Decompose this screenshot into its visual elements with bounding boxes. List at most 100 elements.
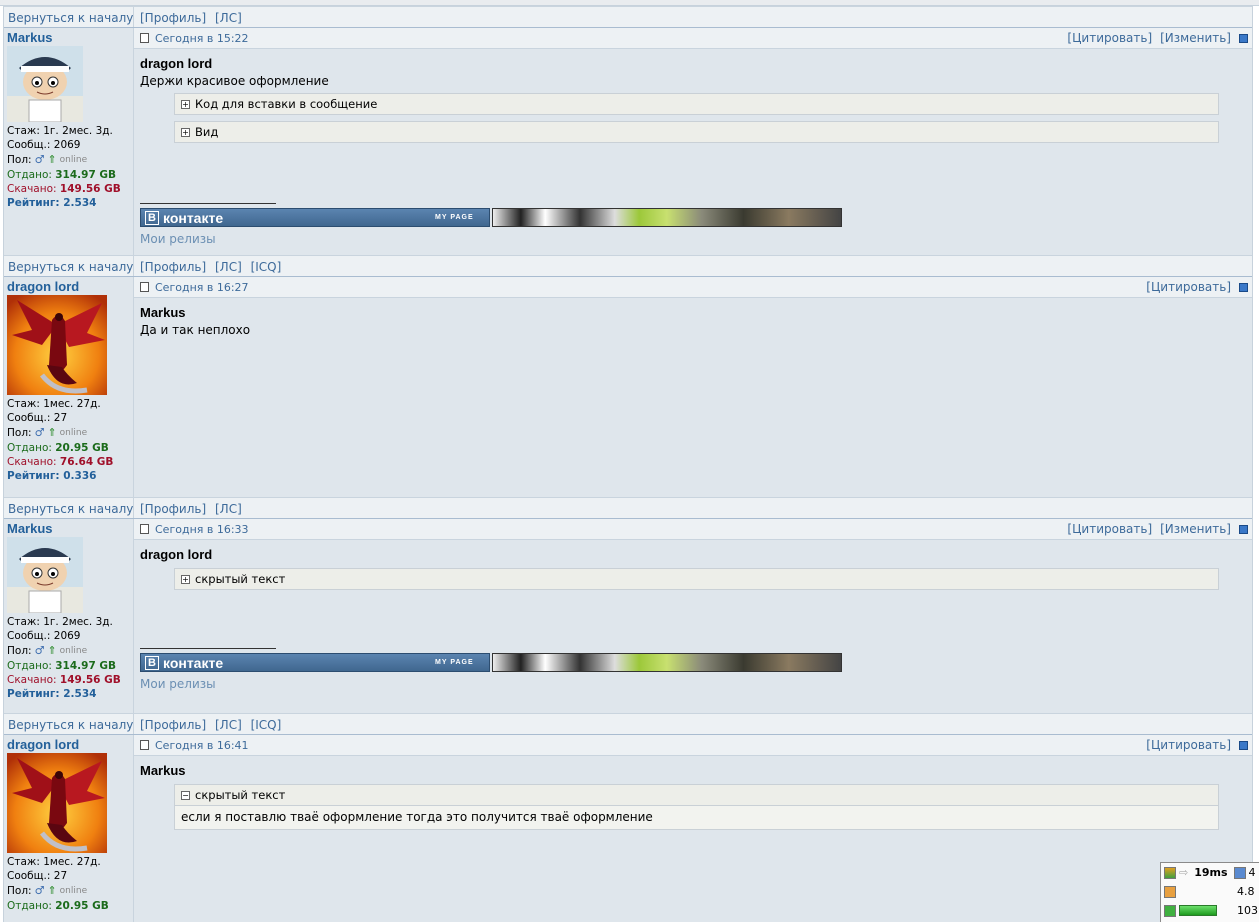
arrow-icon: ⇨ bbox=[1179, 866, 1189, 879]
speed-row: 4.8 bbox=[1164, 885, 1255, 898]
post: dragon lord Стаж: 1мес. 27д. Сообщ.: 27 … bbox=[4, 735, 1252, 922]
stewie-avatar-image bbox=[7, 537, 83, 613]
male-icon: ♂ bbox=[34, 153, 45, 166]
spoiler-header[interactable]: + скрытый текст bbox=[175, 569, 1218, 589]
back-to-top-link[interactable]: Вернуться к началу bbox=[4, 714, 134, 734]
quote-button[interactable]: [Цитировать] bbox=[1146, 738, 1231, 752]
my-releases-link[interactable]: Мои релизы bbox=[140, 677, 842, 691]
post-time[interactable]: Сегодня в 16:33 bbox=[155, 523, 249, 536]
post-main: Сегодня в 15:22 [Цитировать] [Изменить] … bbox=[134, 28, 1252, 255]
graffiti-banner[interactable] bbox=[492, 653, 842, 672]
signature: Вконтакте MY PAGE Мои релизы bbox=[140, 203, 842, 246]
pm-link[interactable]: [ЛС] bbox=[215, 718, 242, 732]
quote-button[interactable]: [Цитировать] bbox=[1146, 280, 1231, 294]
pm-link[interactable]: [ЛС] bbox=[215, 11, 242, 25]
post-page-icon bbox=[140, 282, 149, 292]
plus-icon: + bbox=[181, 574, 190, 584]
author-panel: Markus Стаж: 1г. 2мес. 3д. Сообщ.: 2069 … bbox=[4, 28, 134, 255]
male-icon: ♂ bbox=[34, 884, 45, 897]
vkontakte-banner[interactable]: Вконтакте MY PAGE bbox=[140, 653, 490, 672]
vkontakte-banner[interactable]: Вконтакте MY PAGE bbox=[140, 208, 490, 227]
minus-icon: − bbox=[181, 790, 190, 800]
back-to-top-link[interactable]: Вернуться к началу bbox=[4, 256, 134, 276]
spoiler-header[interactable]: + Код для вставки в сообщение bbox=[175, 94, 1218, 114]
tray-value-3: 103 bbox=[1237, 904, 1258, 917]
post-footer: Вернуться к началу [Профиль] [ЛС] bbox=[4, 6, 1252, 28]
post-page-icon bbox=[140, 740, 149, 750]
spoiler-hidden-text-open[interactable]: − скрытый текст если я поставлю тваё офор… bbox=[174, 784, 1219, 830]
red-dragon-avatar-image bbox=[7, 753, 107, 853]
profile-link[interactable]: [Профиль] bbox=[140, 718, 206, 732]
author-nick[interactable]: dragon lord bbox=[7, 280, 133, 293]
author-uploaded: Отдано: 314.97 GB bbox=[7, 660, 117, 672]
online-icon: ⇑ bbox=[47, 644, 57, 657]
graffiti-banner[interactable] bbox=[492, 208, 842, 227]
author-panel: Markus Стаж: 1г. 2мес. 3д. Сообщ.: 2069 … bbox=[4, 519, 134, 713]
signature-banners: Вконтакте MY PAGE bbox=[140, 208, 842, 227]
spoiler-view[interactable]: + Вид bbox=[174, 121, 1219, 143]
online-status: online bbox=[59, 155, 88, 165]
post-time[interactable]: Сегодня в 16:41 bbox=[155, 739, 249, 752]
online-status: online bbox=[59, 646, 88, 656]
select-post-icon[interactable] bbox=[1239, 740, 1248, 750]
profile-link[interactable]: [Профиль] bbox=[140, 260, 206, 274]
quote-button[interactable]: [Цитировать] bbox=[1067, 31, 1152, 45]
back-to-top-link[interactable]: Вернуться к началу bbox=[4, 7, 134, 27]
select-post-icon[interactable] bbox=[1239, 33, 1248, 43]
icq-link[interactable]: [ICQ] bbox=[251, 718, 282, 732]
author-nick[interactable]: Markus bbox=[7, 31, 133, 44]
post-time[interactable]: Сегодня в 15:22 bbox=[155, 32, 249, 45]
edit-button[interactable]: [Изменить] bbox=[1160, 522, 1231, 536]
spoiler-code[interactable]: + Код для вставки в сообщение bbox=[174, 93, 1219, 115]
quote-button[interactable]: [Цитировать] bbox=[1067, 522, 1152, 536]
ping-value: 19ms bbox=[1194, 866, 1228, 879]
stewie-avatar-image bbox=[7, 46, 83, 122]
profile-link[interactable]: [Профиль] bbox=[140, 502, 206, 516]
author-gender: Пол: ♂ ⇑ online bbox=[7, 426, 133, 440]
post-footer-links: [Профиль] [ЛС] bbox=[134, 7, 247, 27]
gender-label: Пол: bbox=[7, 427, 32, 439]
spoiler-content: если я поставлю тваё оформление тогда эт… bbox=[175, 805, 1218, 829]
author-downloaded: Скачано: 76.64 GB bbox=[7, 456, 114, 468]
signature-banners: Вконтакте MY PAGE bbox=[140, 653, 842, 672]
spoiler-header[interactable]: − скрытый текст bbox=[175, 785, 1218, 805]
post-body: Markus Да и так неплохо bbox=[134, 298, 1252, 337]
ping-row: ⇨ 19ms 4 bbox=[1164, 866, 1256, 879]
icq-link[interactable]: [ICQ] bbox=[251, 260, 282, 274]
select-post-icon[interactable] bbox=[1239, 282, 1248, 292]
edit-button[interactable]: [Изменить] bbox=[1160, 31, 1231, 45]
profile-link[interactable]: [Профиль] bbox=[140, 11, 206, 25]
speed-icon bbox=[1164, 885, 1176, 898]
signature-divider bbox=[140, 203, 276, 204]
author-uploaded: Отдано: 314.97 GB bbox=[7, 169, 117, 181]
author-rating: Рейтинг: 0.336 bbox=[7, 470, 97, 482]
post-footer: Вернуться к началу [Профиль] [ЛС] [ICQ] bbox=[4, 713, 1252, 735]
post: Markus Стаж: 1г. 2мес. 3д. Сообщ.: 2069 … bbox=[4, 28, 1252, 255]
author-posts-count: Сообщ.: 27 bbox=[7, 870, 68, 882]
post-footer-links: [Профиль] [ЛС] bbox=[134, 498, 247, 518]
memory-bar bbox=[1179, 905, 1217, 916]
system-monitor-widget[interactable]: ⇨ 19ms 4 4.8 103 bbox=[1160, 862, 1259, 922]
pm-link[interactable]: [ЛС] bbox=[215, 502, 242, 516]
spoiler-header[interactable]: + Вид bbox=[175, 122, 1218, 142]
author-stazh: Стаж: 1мес. 27д. bbox=[7, 856, 101, 868]
online-icon: ⇑ bbox=[47, 884, 57, 897]
select-post-icon[interactable] bbox=[1239, 524, 1248, 534]
post-footer-links: [Профиль] [ЛС] [ICQ] bbox=[134, 714, 286, 734]
author-nick[interactable]: Markus bbox=[7, 522, 133, 535]
post-header: Сегодня в 16:27 [Цитировать] bbox=[134, 277, 1252, 298]
post-body: Markus − скрытый текст если я поставлю тв… bbox=[134, 756, 1252, 830]
post-time[interactable]: Сегодня в 16:27 bbox=[155, 281, 249, 294]
avatar bbox=[7, 46, 83, 122]
author-nick[interactable]: dragon lord bbox=[7, 738, 133, 751]
spoiler-hidden-text[interactable]: + скрытый текст bbox=[174, 568, 1219, 590]
post-footer-links: [Профиль] [ЛС] [ICQ] bbox=[134, 256, 286, 276]
male-icon: ♂ bbox=[34, 426, 45, 439]
pm-link[interactable]: [ЛС] bbox=[215, 260, 242, 274]
post-main: Сегодня в 16:33 [Цитировать] [Изменить] … bbox=[134, 519, 1252, 713]
post-page-icon bbox=[140, 524, 149, 534]
online-status: online bbox=[59, 886, 88, 896]
back-to-top-link[interactable]: Вернуться к началу bbox=[4, 498, 134, 518]
my-releases-link[interactable]: Мои релизы bbox=[140, 232, 842, 246]
post-addressee: dragon lord bbox=[140, 547, 213, 562]
